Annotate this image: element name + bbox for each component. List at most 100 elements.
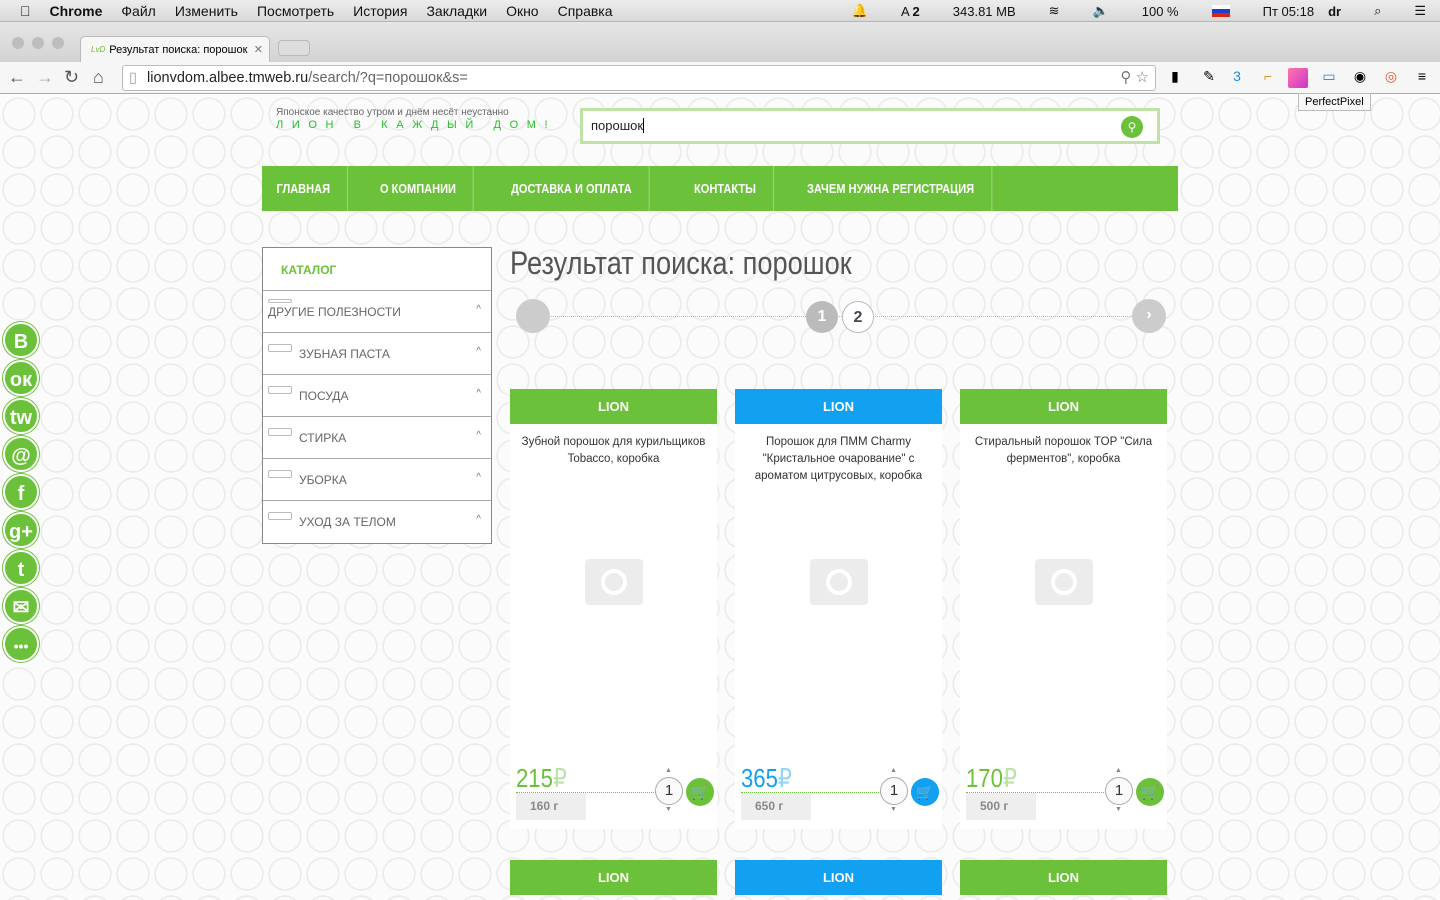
forward-icon[interactable]: → [36, 67, 54, 88]
user-name[interactable]: dr [1328, 4, 1341, 19]
chevron-up-icon[interactable]: ^ [476, 472, 481, 483]
volume-icon[interactable]: 🔈 [1093, 3, 1109, 19]
google-plus-share-icon[interactable]: g+ [3, 512, 39, 548]
page-2-button[interactable]: 2 [842, 301, 874, 333]
product-name[interactable]: Зубной порошок для курильщиков Tobacco, … [510, 424, 717, 478]
quantity-input[interactable]: 1 [1105, 777, 1133, 805]
menu-view[interactable]: Посмотреть [257, 3, 334, 19]
address-bar[interactable]: ▯ lionvdom.albee.tmweb.ru/search/?q=поро… [122, 65, 1156, 91]
qty-down-icon[interactable]: ▼ [890, 806, 897, 813]
wifi-icon[interactable]: ≋ [1049, 3, 1060, 19]
menu-history[interactable]: История [353, 3, 407, 19]
add-to-cart-icon[interactable]: 🛒 [1136, 778, 1164, 806]
product-brand[interactable]: LION [735, 389, 942, 424]
product-brand[interactable]: LION [510, 860, 717, 895]
catalog-item[interactable]: УБОРКА ^ [263, 459, 491, 501]
menu-file[interactable]: Файл [121, 3, 155, 19]
eye-extension-icon[interactable]: ◉ [1350, 68, 1370, 88]
product-name[interactable]: Порошок для ПММ Charmy "Кристальное очар… [735, 424, 942, 495]
add-to-cart-icon[interactable]: 🛒 [686, 778, 714, 806]
new-tab-button[interactable] [278, 40, 310, 56]
adobe-icon[interactable]: A 2 [901, 4, 920, 19]
catalog-item[interactable]: ДРУГИЕ ПОЛЕЗНОСТИ ^ [263, 291, 491, 333]
menu-help[interactable]: Справка [558, 3, 613, 19]
memory-status[interactable]: 343.81 MB [953, 4, 1016, 19]
catalog-item[interactable]: СТИРКА ^ [263, 417, 491, 459]
camera-placeholder-icon[interactable] [1035, 559, 1093, 605]
email-share-icon[interactable]: ✉ [3, 588, 39, 624]
close-window-button[interactable] [12, 37, 24, 49]
browser-tab[interactable]: LvD Результат поиска: порошок ✕ [80, 36, 270, 62]
camera-placeholder-icon[interactable] [810, 559, 868, 605]
search-button[interactable]: ⚲ [1121, 116, 1143, 138]
perfectpixel-extension-icon[interactable] [1288, 68, 1308, 88]
qty-up-icon[interactable]: ▲ [1115, 767, 1122, 774]
minimize-window-button[interactable] [32, 37, 44, 49]
css3-extension-icon[interactable]: 3 [1227, 68, 1247, 88]
screenshot-extension-icon[interactable]: ▭ [1319, 68, 1339, 88]
product-brand[interactable]: LION [735, 860, 942, 895]
product-brand[interactable]: LION [960, 860, 1167, 895]
quantity-input[interactable]: 1 [655, 777, 683, 805]
catalog-item-label: СТИРКА [299, 431, 347, 445]
product-name[interactable]: Стиральный порошок TOP "Сила ферментов",… [960, 424, 1167, 478]
nav-delivery[interactable]: ДОСТАВКА И ОПЛАТА [494, 166, 650, 211]
color-extension-icon[interactable]: ◎ [1381, 68, 1401, 88]
nav-registration[interactable]: ЗАЧЕМ НУЖНА РЕГИСТРАЦИЯ [790, 166, 993, 211]
next-page-button[interactable]: › [1132, 299, 1166, 333]
qty-up-icon[interactable]: ▲ [890, 767, 897, 774]
tumblr-share-icon[interactable]: t [3, 550, 39, 586]
vk-share-icon[interactable]: В [3, 322, 39, 358]
catalog-item[interactable]: УХОД ЗА ТЕЛОМ ^ [263, 501, 491, 543]
menu-edit[interactable]: Изменить [175, 3, 238, 19]
camera-placeholder-icon[interactable] [585, 559, 643, 605]
measure-extension-icon[interactable]: ⌐ [1258, 68, 1278, 88]
chevron-up-icon[interactable]: ^ [476, 304, 481, 315]
home-icon[interactable]: ⌂ [93, 67, 104, 88]
mail-ru-share-icon[interactable]: @ [3, 436, 39, 472]
page-1-button[interactable]: 1 [806, 301, 838, 333]
catalog-item[interactable]: ПОСУДА ^ [263, 375, 491, 417]
nav-about[interactable]: О КОМПАНИИ [363, 166, 474, 211]
nav-home[interactable]: ГЛАВНАЯ [262, 166, 348, 211]
clock[interactable]: Пт 05:18 [1263, 4, 1314, 19]
catalog-item[interactable]: ЗУБНАЯ ПАСТА ^ [263, 333, 491, 375]
notification-center-icon[interactable]: ☰ [1414, 3, 1426, 19]
flag-ru-icon[interactable] [1211, 5, 1230, 17]
apple-menu-icon[interactable]:  [20, 3, 31, 19]
qty-up-icon[interactable]: ▲ [665, 767, 672, 774]
prev-page-button[interactable] [516, 299, 550, 333]
chevron-up-icon[interactable]: ^ [476, 388, 481, 399]
spotlight-icon[interactable]: ⌕ [1374, 3, 1381, 19]
menu-bookmarks[interactable]: Закладки [426, 3, 487, 19]
chevron-up-icon[interactable]: ^ [476, 514, 481, 525]
quantity-input[interactable]: 1 [880, 777, 908, 805]
menu-app-chrome[interactable]: Chrome [50, 3, 103, 19]
qty-down-icon[interactable]: ▼ [1115, 806, 1122, 813]
menu-window[interactable]: Окно [506, 3, 539, 19]
ruler-extension-icon[interactable]: ▮ [1165, 68, 1185, 88]
site-logo-text[interactable]: ЛИОН В КАЖДЫЙ ДОМ! [276, 119, 556, 131]
zoom-star-icons[interactable]: ⚲ ☆ [1120, 66, 1149, 90]
bell-icon[interactable]: 🔔 [852, 3, 868, 19]
reload-icon[interactable]: ↻ [64, 67, 79, 88]
facebook-share-icon[interactable]: f [3, 474, 39, 510]
add-to-cart-icon[interactable]: 🛒 [911, 778, 939, 806]
twitter-share-icon[interactable]: tw [3, 398, 39, 434]
battery-status[interactable]: 100 % [1142, 4, 1179, 19]
back-icon[interactable]: ← [8, 67, 26, 88]
nav-contacts[interactable]: КОНТАКТЫ [677, 166, 774, 211]
eyedropper-extension-icon[interactable]: ✎ [1199, 68, 1219, 88]
search-input[interactable]: порошок ⚲ [580, 108, 1160, 144]
chevron-up-icon[interactable]: ^ [476, 430, 481, 441]
zoom-window-button[interactable] [52, 37, 64, 49]
product-brand[interactable]: LION [510, 389, 717, 424]
close-tab-icon[interactable]: ✕ [254, 43, 263, 56]
chevron-up-icon[interactable]: ^ [476, 346, 481, 357]
chrome-menu-icon[interactable]: ≡ [1412, 68, 1432, 88]
product-brand[interactable]: LION [960, 389, 1167, 424]
odnoklassniki-share-icon[interactable]: ок [3, 360, 39, 396]
qty-down-icon[interactable]: ▼ [665, 806, 672, 813]
more-share-icon[interactable]: ••• [3, 626, 39, 662]
catalog-title[interactable]: КАТАЛОГ [263, 248, 491, 291]
